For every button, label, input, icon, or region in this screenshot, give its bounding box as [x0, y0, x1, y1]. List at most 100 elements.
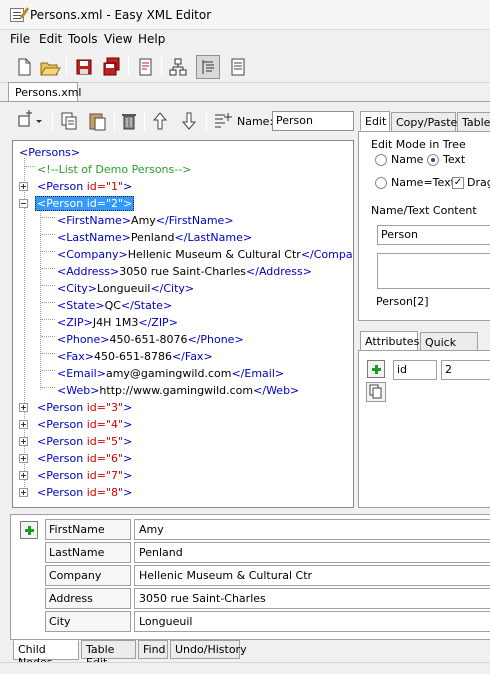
expand-person-7-icon[interactable]: [19, 471, 28, 480]
radio-text[interactable]: [427, 154, 439, 166]
expand-person-3-icon[interactable]: [19, 403, 28, 412]
tree-node-lastname[interactable]: <LastName>Penland</LastName>: [57, 229, 252, 246]
tree-node-person-3[interactable]: <Person id="3">: [37, 399, 132, 416]
tree-node-phone[interactable]: <Phone>450-651-8076</Phone>: [57, 331, 244, 348]
child-node-name: City: [45, 611, 131, 632]
menu-tools[interactable]: Tools: [68, 32, 98, 46]
tree-node-address[interactable]: <Address>3050 rue Saint-Charles</Address…: [57, 263, 312, 280]
paste-icon[interactable]: [86, 110, 110, 134]
open-icon[interactable]: [38, 55, 62, 79]
save-icon[interactable]: [72, 55, 96, 79]
child-node-value[interactable]: 3050 rue Saint-Charles: [134, 588, 490, 609]
menu-help[interactable]: Help: [138, 32, 165, 46]
tree-node-city[interactable]: <City>Longueuil</City>: [57, 280, 194, 297]
drag-checkbox[interactable]: ✓: [452, 177, 464, 189]
child-nodes-panel: FirstName Amy LastName Penland Company H…: [10, 514, 490, 640]
xml-tree[interactable]: <Persons> <!--List of Demo Persons--> <P…: [12, 140, 354, 508]
content-label: Name/Text Content: [371, 204, 477, 217]
attribute-value[interactable]: 2: [441, 360, 490, 380]
tree-node-company[interactable]: <Company>Hellenic Museum & Cultural Ctr<…: [57, 246, 353, 263]
content-name-field[interactable]: Person: [377, 225, 490, 245]
main-toolbar: [0, 50, 490, 83]
expand-person-5-icon[interactable]: [19, 437, 28, 446]
edit-mode-label: Edit Mode in Tree: [371, 138, 466, 151]
expand-person-8-icon[interactable]: [19, 488, 28, 497]
file-tab-label: Persons.xml: [15, 86, 82, 99]
menu-edit[interactable]: Edit: [39, 32, 62, 46]
tab-find[interactable]: Find: [138, 640, 168, 659]
menu-file[interactable]: File: [10, 32, 30, 46]
radio-name-label: Name: [391, 153, 424, 166]
child-node-value[interactable]: Longueuil: [134, 611, 490, 632]
rename-icon[interactable]: [211, 110, 235, 134]
tree-node-person-4[interactable]: <Person id="4">: [37, 416, 132, 433]
tree-node-persons[interactable]: <Persons>: [19, 144, 80, 161]
node-path: Person[2]: [376, 295, 429, 308]
name-input[interactable]: Person: [272, 111, 354, 131]
tab-copy-paste[interactable]: Copy/Paste: [391, 112, 457, 132]
add-child-node-icon[interactable]: [20, 521, 38, 539]
attribute-name[interactable]: id: [393, 360, 437, 380]
tree-node-comment[interactable]: <!--List of Demo Persons-->: [37, 161, 191, 178]
tree-node-person-1[interactable]: <Person id="1">: [37, 178, 132, 195]
tab-undo-history[interactable]: Undo/History: [170, 640, 247, 659]
tree-view-icon[interactable]: [166, 55, 190, 79]
tab-table[interactable]: Table: [457, 112, 490, 132]
add-node-icon[interactable]: [16, 110, 42, 134]
tree-node-person-7[interactable]: <Person id="7">: [37, 467, 132, 484]
tree-node-web[interactable]: <Web>http://www.gamingwild.com</Web>: [57, 382, 299, 399]
expand-person-6-icon[interactable]: [19, 454, 28, 463]
drag-label: Drag: [467, 176, 490, 189]
add-attribute-icon[interactable]: [367, 360, 385, 378]
tree-toolbar: Name: Person: [10, 108, 355, 136]
move-down-icon[interactable]: [178, 110, 202, 134]
child-node-name: Address: [45, 588, 131, 609]
copy-attribute-icon[interactable]: [366, 382, 386, 402]
title-bar: Persons.xml - Easy XML Editor: [0, 0, 490, 30]
text-view-icon[interactable]: [226, 55, 250, 79]
tree-node-person-8[interactable]: <Person id="8">: [37, 484, 132, 501]
attributes-panel: id 2: [358, 350, 490, 508]
tree-node-firstname[interactable]: <FirstName>Amy</FirstName>: [57, 212, 234, 229]
menu-bar: File Edit Tools View Help: [0, 30, 490, 50]
tree-node-state[interactable]: <State>QC</State>: [57, 297, 172, 314]
expand-person-1-icon[interactable]: [19, 182, 28, 191]
tree-node-person-2[interactable]: <Person id="2">: [35, 195, 135, 212]
tree-text-icon[interactable]: [196, 55, 220, 79]
radio-name-text[interactable]: [375, 177, 387, 189]
tree-node-person-5[interactable]: <Person id="5">: [37, 433, 132, 450]
move-up-icon[interactable]: [149, 110, 173, 134]
child-node-name: Company: [45, 565, 131, 586]
child-node-value[interactable]: Penland: [134, 542, 490, 563]
tree-node-person-6[interactable]: <Person id="6">: [37, 450, 132, 467]
status-bar: [0, 662, 490, 674]
tab-table-edit[interactable]: Table Edit: [81, 640, 136, 669]
tab-child-nodes[interactable]: Child Nodes: [13, 640, 79, 669]
tab-quick-add[interactable]: Quick Add: [420, 332, 478, 362]
tab-edit[interactable]: Edit: [360, 111, 390, 131]
tab-attributes[interactable]: Attributes: [360, 331, 419, 351]
save-all-icon[interactable]: [100, 55, 124, 79]
new-icon[interactable]: [12, 55, 36, 79]
radio-name[interactable]: [375, 154, 387, 166]
radio-name-text-label: Name=Text: [391, 176, 455, 189]
edit-panel: Edit Mode in Tree Name Text Name=Text ✓ …: [358, 131, 490, 321]
export-icon[interactable]: [134, 55, 158, 79]
child-node-name: FirstName: [45, 519, 131, 540]
delete-icon[interactable]: [118, 110, 142, 134]
menu-view[interactable]: View: [104, 32, 132, 46]
tree-node-fax[interactable]: <Fax>450-651-8786</Fax>: [57, 348, 213, 365]
expand-person-4-icon[interactable]: [19, 420, 28, 429]
collapse-person-2-icon[interactable]: [19, 199, 28, 208]
content-text-field[interactable]: [377, 253, 490, 289]
child-node-value[interactable]: Amy: [134, 519, 490, 540]
tree-node-zip[interactable]: <ZIP>J4H 1M3</ZIP>: [57, 314, 178, 331]
radio-text-label: Text: [443, 153, 466, 166]
child-node-value[interactable]: Hellenic Museum & Cultural Ctr: [134, 565, 490, 586]
name-label: Name:: [237, 115, 274, 128]
copy-icon[interactable]: [58, 110, 82, 134]
tree-node-email[interactable]: <Email>amy@gamingwild.com</Email>: [57, 365, 284, 382]
app-icon: [10, 8, 24, 22]
tab-persons-xml[interactable]: Persons.xml: [8, 82, 82, 102]
child-node-name: LastName: [45, 542, 131, 563]
